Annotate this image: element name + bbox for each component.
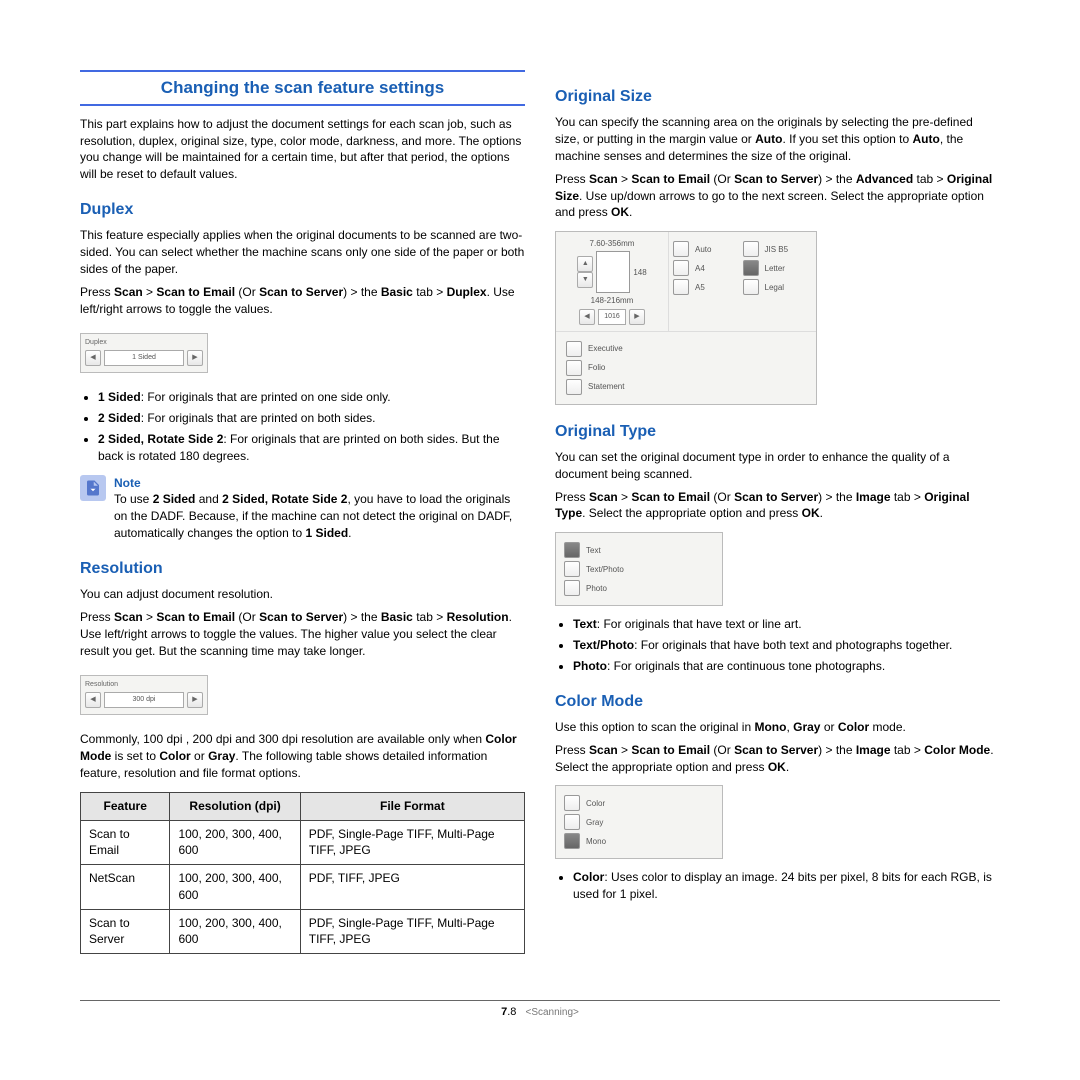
- duplex-heading: Duplex: [80, 199, 525, 221]
- size-option[interactable]: Legal: [743, 279, 813, 295]
- left-column: Changing the scan feature settings This …: [80, 70, 525, 964]
- right-arrow-button[interactable]: ▶: [629, 309, 645, 325]
- size-option[interactable]: A5: [673, 279, 743, 295]
- down-arrow-button[interactable]: ▼: [577, 272, 593, 288]
- left-arrow-button[interactable]: ◀: [579, 309, 595, 325]
- note-icon: [80, 475, 106, 501]
- note-block: Note To use 2 Sided and 2 Sided, Rotate …: [80, 475, 525, 542]
- color-option[interactable]: Mono: [564, 833, 714, 849]
- resolution-value: 300 dpi: [104, 692, 184, 708]
- size-option[interactable]: Statement: [566, 379, 806, 395]
- duplex-bullets: 1 Sided: For originals that are printed …: [98, 389, 525, 464]
- right-arrow-button[interactable]: ▶: [187, 692, 203, 708]
- section-title-bar: Changing the scan feature settings: [80, 70, 525, 106]
- left-arrow-button[interactable]: ◀: [85, 692, 101, 708]
- type-option[interactable]: Text/Photo: [564, 561, 714, 577]
- resolution-heading: Resolution: [80, 558, 525, 580]
- page-title: Changing the scan feature settings: [80, 76, 525, 100]
- type-option[interactable]: Text: [564, 542, 714, 558]
- page-footer: 7.8 <Scanning>: [80, 1000, 1000, 1020]
- right-column: Original Size You can specify the scanni…: [555, 70, 1000, 964]
- original-size-heading: Original Size: [555, 86, 1000, 108]
- original-size-ui: 7.60-356mm ▲ ▼ 148 148-216mm ◀ 1016 ▶: [555, 231, 817, 404]
- duplex-ui: Duplex ◀ 1 Sided ▶: [80, 333, 208, 373]
- table-row: Scan to Server100, 200, 300, 400, 600PDF…: [81, 909, 525, 954]
- duplex-value: 1 Sided: [104, 350, 184, 366]
- original-type-heading: Original Type: [555, 421, 1000, 443]
- original-size-p1: You can specify the scanning area on the…: [555, 114, 1000, 164]
- original-type-nav: Press Scan > Scan to Email (Or Scan to S…: [555, 489, 1000, 523]
- color-mode-nav: Press Scan > Scan to Email (Or Scan to S…: [555, 742, 1000, 776]
- color-mode-ui: Color Gray Mono: [555, 785, 723, 859]
- right-arrow-button[interactable]: ▶: [187, 350, 203, 366]
- color-mode-heading: Color Mode: [555, 691, 1000, 713]
- th-feature: Feature: [81, 792, 170, 820]
- size-option[interactable]: Executive: [566, 341, 806, 357]
- original-type-p1: You can set the original document type i…: [555, 449, 1000, 483]
- size-option[interactable]: Letter: [743, 260, 813, 276]
- note-title: Note: [114, 475, 525, 492]
- resolution-p3: Commonly, 100 dpi , 200 dpi and 300 dpi …: [80, 731, 525, 781]
- size-option[interactable]: Auto: [673, 241, 743, 257]
- size-preview: 7.60-356mm ▲ ▼ 148 148-216mm ◀ 1016 ▶: [556, 232, 669, 330]
- resolution-table: Feature Resolution (dpi) File Format Sca…: [80, 792, 525, 955]
- up-arrow-button[interactable]: ▲: [577, 256, 593, 272]
- resolution-ui: Resolution ◀ 300 dpi ▶: [80, 675, 208, 715]
- note-body: To use 2 Sided and 2 Sided, Rotate Side …: [114, 491, 525, 541]
- th-format: File Format: [300, 792, 524, 820]
- size-option[interactable]: JIS B5: [743, 241, 813, 257]
- original-type-ui: Text Text/Photo Photo: [555, 532, 723, 606]
- table-row: NetScan100, 200, 300, 400, 600PDF, TIFF,…: [81, 865, 525, 910]
- size-option[interactable]: Folio: [566, 360, 806, 376]
- resolution-nav: Press Scan > Scan to Email (Or Scan to S…: [80, 609, 525, 659]
- table-row: Scan to Email100, 200, 300, 400, 600PDF,…: [81, 820, 525, 865]
- color-mode-bullets: Color: Uses color to display an image. 2…: [573, 869, 1000, 903]
- color-option[interactable]: Gray: [564, 814, 714, 830]
- color-option[interactable]: Color: [564, 795, 714, 811]
- resolution-ui-label: Resolution: [85, 680, 203, 690]
- original-type-bullets: Text: For originals that have text or li…: [573, 616, 1000, 674]
- left-arrow-button[interactable]: ◀: [85, 350, 101, 366]
- original-size-nav: Press Scan > Scan to Email (Or Scan to S…: [555, 171, 1000, 221]
- duplex-ui-label: Duplex: [85, 338, 203, 348]
- duplex-p1: This feature especially applies when the…: [80, 227, 525, 277]
- color-mode-p1: Use this option to scan the original in …: [555, 719, 1000, 736]
- size-option[interactable]: A4: [673, 260, 743, 276]
- intro-paragraph: This part explains how to adjust the doc…: [80, 116, 525, 183]
- resolution-p1: You can adjust document resolution.: [80, 586, 525, 603]
- th-resolution: Resolution (dpi): [170, 792, 300, 820]
- duplex-nav: Press Scan > Scan to Email (Or Scan to S…: [80, 284, 525, 318]
- type-option[interactable]: Photo: [564, 580, 714, 596]
